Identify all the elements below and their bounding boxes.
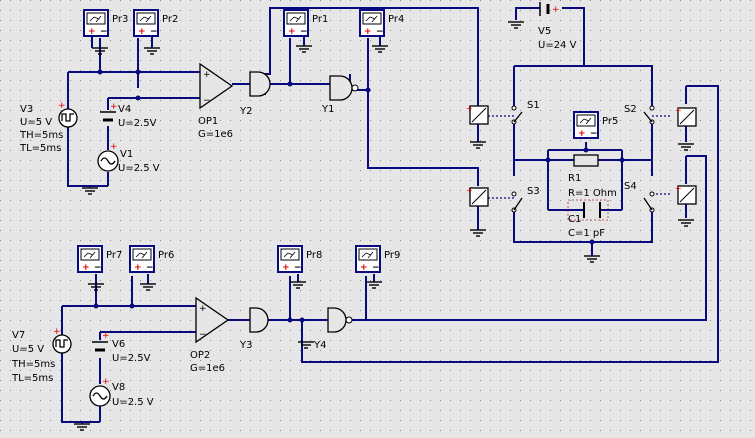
v4-value: U=2.5V — [118, 118, 157, 129]
s1-label: S1 — [527, 100, 540, 111]
svg-text:+: + — [466, 104, 473, 113]
v1-value: U=2.5 V — [118, 163, 160, 174]
v3-name: V3 — [20, 104, 33, 115]
svg-text:+: + — [110, 142, 118, 152]
y4-label: Y4 — [313, 340, 326, 351]
v6-value: U=2.5V — [112, 353, 151, 364]
svg-text:+: + — [58, 101, 66, 111]
probe-label: Pr3 — [112, 14, 128, 25]
v1-name: V1 — [120, 149, 133, 160]
r1-name: R1 — [568, 173, 581, 184]
v3-value: U=5 V — [20, 117, 52, 128]
op1-gain: G=1e6 — [198, 129, 233, 140]
v8-name: V8 — [112, 382, 125, 393]
s3-label: S3 — [527, 186, 540, 197]
v3-th: TH=5ms — [19, 130, 63, 141]
v5-value: U=24 V — [538, 40, 577, 51]
r1-value: R=1 Ohm — [568, 188, 617, 199]
v7-value: U=5 V — [12, 344, 44, 355]
svg-text:+: + — [675, 184, 682, 193]
c1-value: C=1 pF — [568, 228, 605, 239]
v4-name: V4 — [118, 104, 131, 115]
v6-name: V6 — [112, 339, 125, 350]
probe-label: Pr5 — [602, 116, 618, 127]
svg-text:+: + — [110, 102, 118, 112]
svg-text:−: − — [203, 96, 211, 106]
c1-name: C1 — [568, 214, 581, 225]
v5-name: V5 — [538, 26, 551, 37]
svg-text:+: + — [102, 377, 110, 387]
svg-text:+: + — [552, 5, 560, 15]
probe-label: Pr7 — [106, 250, 122, 261]
svg-text:+: + — [466, 186, 473, 195]
v8-value: U=2.5 V — [112, 397, 154, 408]
probe-label: Pr8 — [306, 250, 322, 261]
probe-label: Pr6 — [158, 250, 174, 261]
v3-tl: TL=5ms — [19, 143, 61, 154]
v7-name: V7 — [12, 330, 25, 341]
y2-label: Y2 — [239, 106, 252, 117]
svg-text:−: − — [199, 330, 207, 340]
svg-text:+: + — [53, 327, 61, 337]
probe-label: Pr4 — [388, 14, 404, 25]
svg-text:+: + — [203, 70, 211, 80]
y3-label: Y3 — [239, 340, 252, 351]
relay-coil-4[interactable]: + — [675, 184, 697, 205]
s2-label: S2 — [624, 104, 637, 115]
circuit-schematic: + − — [0, 0, 755, 438]
probe-label: Pr1 — [312, 14, 328, 25]
relay-coil-3[interactable]: + — [675, 106, 697, 127]
probe-label: Pr9 — [384, 250, 400, 261]
op2-gain: G=1e6 — [190, 363, 225, 374]
v7-tl: TL=5ms — [11, 373, 53, 384]
op1-name: OP1 — [198, 116, 218, 127]
probe-label: Pr2 — [162, 14, 178, 25]
s4-label: S4 — [624, 181, 637, 192]
svg-text:+: + — [675, 106, 682, 115]
v7-th: TH=5ms — [11, 359, 55, 370]
op2-name: OP2 — [190, 350, 210, 361]
y1-label: Y1 — [321, 104, 334, 115]
svg-text:+: + — [199, 304, 207, 314]
svg-text:+: + — [102, 331, 110, 341]
